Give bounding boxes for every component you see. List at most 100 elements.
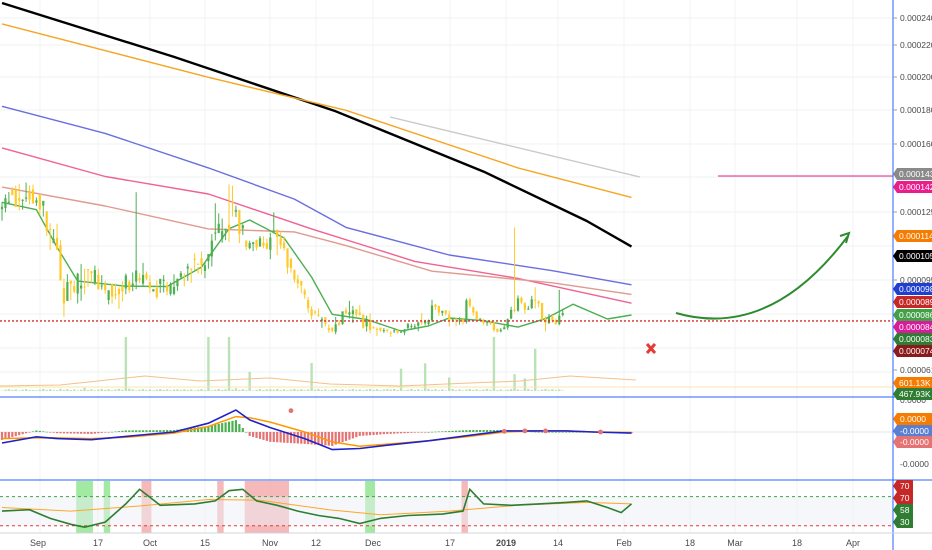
candle[interactable] (317, 314, 320, 316)
candle[interactable] (485, 322, 489, 324)
candle[interactable] (399, 331, 403, 333)
candle[interactable] (224, 228, 227, 231)
candle[interactable] (534, 299, 537, 301)
candle[interactable] (279, 238, 282, 245)
candle[interactable] (179, 273, 182, 277)
candle[interactable] (97, 274, 100, 290)
candle[interactable] (496, 328, 499, 332)
time-axis-label[interactable]: 18 (792, 538, 802, 548)
candle[interactable] (492, 322, 496, 331)
candle[interactable] (196, 263, 200, 265)
candle[interactable] (190, 268, 193, 270)
candle[interactable] (227, 224, 231, 231)
candle[interactable] (66, 282, 69, 302)
candle[interactable] (35, 200, 38, 203)
candle[interactable] (520, 297, 523, 303)
candle[interactable] (59, 245, 62, 281)
candle[interactable] (386, 329, 389, 331)
candle[interactable] (434, 304, 437, 307)
candle[interactable] (24, 197, 28, 199)
candle[interactable] (176, 278, 179, 287)
candle[interactable] (327, 328, 330, 331)
time-axis-label[interactable]: 18 (685, 538, 695, 548)
candle[interactable] (344, 310, 348, 314)
candle[interactable] (90, 271, 93, 274)
candle[interactable] (117, 288, 121, 295)
candle[interactable] (128, 281, 131, 291)
time-axis-label[interactable]: Dec (365, 538, 382, 548)
candle[interactable] (561, 313, 564, 316)
candle[interactable] (510, 309, 513, 319)
candle[interactable] (372, 327, 375, 329)
candle[interactable] (21, 199, 24, 201)
candle[interactable] (286, 248, 289, 268)
macd-pane[interactable] (0, 408, 893, 451)
candle[interactable] (83, 286, 86, 288)
candle[interactable] (55, 237, 59, 250)
candle[interactable] (200, 258, 203, 265)
candle[interactable] (527, 308, 530, 310)
candle[interactable] (252, 242, 255, 244)
candle[interactable] (351, 310, 354, 315)
candle[interactable] (461, 319, 465, 322)
time-axis-label[interactable]: 15 (200, 538, 210, 548)
candle[interactable] (489, 322, 492, 324)
candle[interactable] (145, 273, 148, 279)
candle[interactable] (406, 324, 410, 328)
candle[interactable] (410, 326, 413, 328)
candle[interactable] (121, 286, 124, 292)
time-axis-label[interactable]: 17 (445, 538, 455, 548)
candle[interactable] (437, 305, 440, 313)
candle[interactable] (289, 258, 293, 269)
candle[interactable] (135, 270, 138, 282)
candle[interactable] (393, 330, 396, 332)
candle[interactable] (214, 232, 217, 234)
candle[interactable] (183, 279, 186, 281)
candle[interactable] (141, 274, 145, 284)
time-axis-label[interactable]: Oct (143, 538, 158, 548)
candle[interactable] (38, 193, 41, 210)
candle[interactable] (272, 230, 275, 232)
candle[interactable] (107, 290, 110, 301)
candle[interactable] (217, 223, 220, 234)
candle[interactable] (413, 326, 416, 328)
candle[interactable] (110, 284, 114, 297)
candle[interactable] (472, 307, 475, 313)
candle[interactable] (307, 300, 310, 309)
candle[interactable] (382, 330, 385, 332)
candle[interactable] (338, 323, 341, 325)
candle[interactable] (11, 190, 14, 196)
candle[interactable] (210, 240, 213, 257)
candle[interactable] (18, 198, 21, 201)
time-axis-label[interactable]: 12 (311, 538, 321, 548)
candle[interactable] (155, 287, 158, 298)
time-axis-label[interactable]: Mar (727, 538, 743, 548)
time-axis[interactable]: Sep 17 Oct 15 Nov 12 Dec 17 2019 14 Feb 18 Mar 18 Apr (30, 538, 860, 548)
candle[interactable] (430, 305, 434, 321)
candle[interactable] (114, 294, 117, 296)
candle[interactable] (231, 201, 234, 204)
candle[interactable] (396, 330, 399, 333)
candle[interactable] (265, 243, 268, 249)
candle[interactable] (448, 314, 451, 320)
candle[interactable] (303, 290, 306, 295)
candle[interactable] (465, 300, 468, 322)
candle[interactable] (76, 273, 79, 294)
candle[interactable] (262, 242, 265, 246)
candle[interactable] (80, 285, 83, 289)
candle[interactable] (424, 321, 427, 324)
candle[interactable] (45, 211, 48, 231)
candle[interactable] (258, 238, 262, 247)
candle[interactable] (389, 332, 392, 334)
candle[interactable] (0, 206, 4, 210)
candle[interactable] (166, 285, 169, 292)
candle[interactable] (238, 209, 241, 235)
candle[interactable] (451, 319, 454, 321)
candle[interactable] (379, 327, 382, 331)
candle[interactable] (296, 279, 299, 284)
candle[interactable] (558, 315, 561, 324)
candle[interactable] (341, 311, 344, 324)
candle[interactable] (203, 265, 207, 271)
candle[interactable] (207, 254, 210, 262)
time-axis-label[interactable]: Feb (616, 538, 632, 548)
